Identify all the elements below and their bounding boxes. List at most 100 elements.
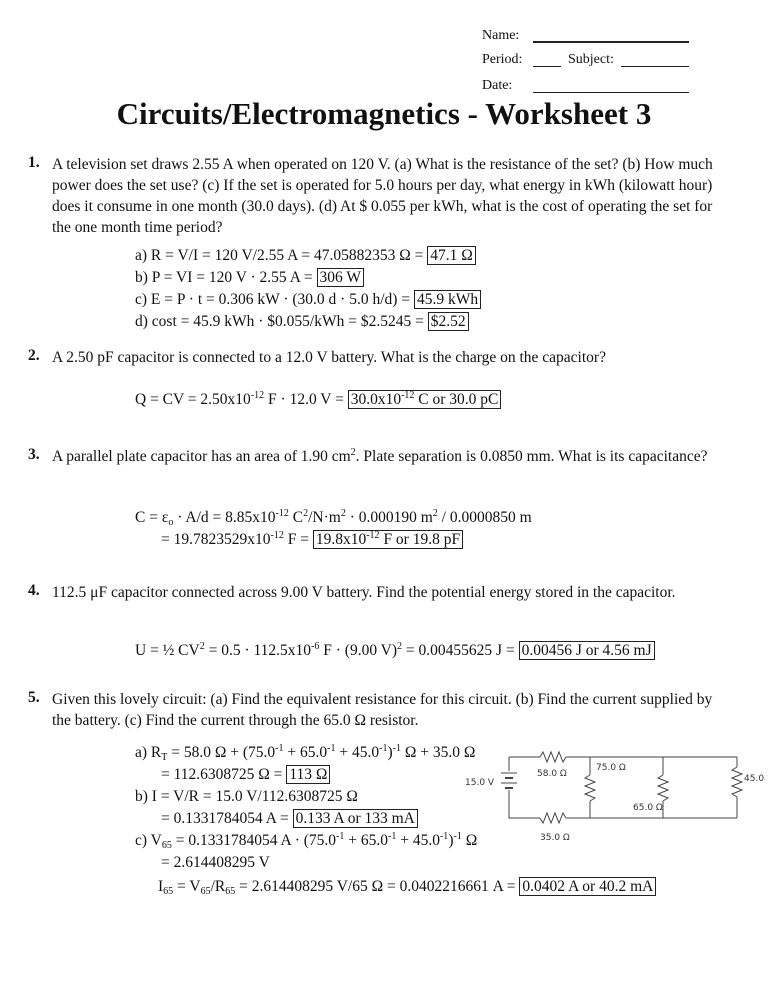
answer-box: 45.9 kWh [413, 290, 482, 309]
answer-box: 30.0x10-12 C or 30.0 pC [347, 390, 502, 409]
battery-label: 15.0 V [465, 778, 495, 788]
solution-line: b) I = V/R = 15.0 V/112.6308725 Ω [135, 788, 358, 805]
solution-work: a) R [135, 744, 162, 761]
solution-work: /R [210, 878, 226, 895]
solution-line: = 112.6308725 Ω = 113 Ω [161, 764, 331, 785]
resistor-75-label: 75.0 Ω [596, 763, 626, 773]
question-number: 4. [28, 582, 40, 599]
solution-line: = 19.7823529x10-12 F = 19.8x10-12 F or 1… [161, 529, 464, 550]
question-text-part: . Plate separation is 0.0850 mm. What is… [355, 448, 708, 465]
exponent: -12 [366, 530, 380, 541]
solution-work: = 0.5 · 112.5x10 [204, 642, 312, 659]
question-number: 1. [28, 154, 40, 171]
solution-work: F · 12.0 V = [264, 391, 348, 408]
solution-line: Q = CV = 2.50x10-12 F · 12.0 V = 30.0x10… [135, 389, 502, 410]
answer-box: 19.8x10-12 F or 19.8 pF [312, 530, 464, 549]
answer-text: 30.0x10 [350, 391, 402, 408]
solution-line: U = ½ CV2 = 0.5 · 112.5x10-6 F · (9.00 V… [135, 640, 655, 661]
solution-work: = 58.0 Ω + (75.0 [167, 744, 276, 761]
page-title: Circuits/Electromagnetics - Worksheet 3 [116, 96, 652, 131]
question-number: 3. [28, 446, 40, 463]
solution-work: = 19.7823529x10 [161, 531, 271, 548]
question-text: 112.5 μF capacitor connected across 9.00… [52, 584, 676, 601]
exponent: -12 [275, 508, 289, 519]
solution-work: + 45.0 [335, 744, 380, 761]
answer-box: $2.52 [427, 312, 469, 331]
solution-work: = 0.00455625 J = [402, 642, 519, 659]
solution-work: + 65.0 [283, 744, 328, 761]
exponent: -12 [250, 390, 265, 401]
question-number: 5. [28, 689, 40, 706]
battery-icon [501, 772, 517, 789]
answer-text: F or 19.8 pF [379, 531, 461, 548]
exponent: -12 [401, 390, 415, 401]
subject-field[interactable] [621, 66, 689, 67]
solution-line: c) V65 = 0.1331784054 A · (75.0-1 + 65.0… [135, 830, 477, 851]
resistor-75-icon [583, 774, 597, 802]
exponent: -1 [392, 743, 401, 754]
solution-work: F = [283, 531, 313, 548]
circuit-diagram: 15.0 V 58.0 Ω 75.0 Ω 65.0 Ω 45.0 Ω 35.0 … [465, 750, 765, 843]
solution-work: = V [173, 878, 201, 895]
answer-box: 113 Ω [286, 765, 331, 784]
solution-work: C [288, 509, 304, 526]
solution-work: · A/d = 8.85x10 [173, 509, 276, 526]
solution-line: I65 = V65/R65 = 2.614408295 V/65 Ω = 0.0… [158, 876, 657, 897]
solution-work: b) P = VI = 120 V · 2.55 A = [135, 269, 317, 286]
resistor-45-label: 45.0 Ω [744, 774, 765, 784]
wire [508, 790, 540, 819]
period-label: Period: [482, 52, 523, 67]
solution-work: Q = CV = 2.50x10 [135, 391, 251, 408]
answer-box: 47.1 Ω [427, 246, 476, 265]
answer-box: 0.0402 A or 40.2 mA [519, 877, 657, 896]
solution-line: d) cost = 45.9 kWh · $0.055/kWh = $2.524… [135, 311, 469, 332]
resistor-65-label: 65.0 Ω [633, 803, 663, 813]
question-text: A 2.50 pF capacitor is connected to a 12… [52, 349, 606, 366]
answer-box: 0.133 A or 133 mA [292, 809, 418, 828]
question-text-part: A parallel plate capacitor has an area o… [52, 448, 351, 465]
solution-work: c) V [135, 832, 162, 849]
name-field[interactable] [533, 41, 689, 43]
period-field[interactable] [533, 66, 561, 67]
name-label: Name: [482, 28, 520, 43]
solution-line: b) P = VI = 120 V · 2.55 A = 306 W [135, 267, 365, 288]
solution-line: c) E = P · t = 0.306 kW · (30.0 d · 5.0 … [135, 289, 482, 310]
solution-work: + 45.0 [396, 832, 440, 849]
solution-work: c) E = P · t = 0.306 kW · (30.0 d · 5.0 … [135, 291, 414, 308]
subscript: 65 [225, 886, 236, 897]
answer-text: C or 30.0 pC [414, 391, 499, 408]
question-text: A parallel plate capacitor has an area o… [52, 446, 732, 467]
resistor-35-label: 35.0 Ω [540, 833, 570, 843]
date-label: Date: [482, 78, 513, 93]
subscript: 65 [200, 886, 211, 897]
subject-label: Subject: [568, 52, 614, 67]
solution-work: F · (9.00 V) [319, 642, 398, 659]
solution-line: = 2.614408295 V [161, 854, 270, 871]
solution-work: /N·m [308, 509, 341, 526]
exponent: -1 [275, 743, 284, 754]
question-text: Given this lovely circuit: (a) Find the … [52, 691, 713, 729]
exponent: -12 [270, 530, 284, 541]
solution-work: = 0.1331784054 A = [161, 810, 293, 827]
solution-work: / 0.0000850 m [437, 509, 532, 526]
solution-line: = 0.1331784054 A = 0.133 A or 133 mA [161, 808, 418, 829]
answer-box: 0.00456 J or 4.56 mJ [518, 641, 655, 660]
subscript: 65 [163, 886, 174, 897]
answer-text: 19.8x10 [315, 531, 367, 548]
solution-work: C = ε [135, 509, 169, 526]
solution-work: = 0.1331784054 A · (75.0 [171, 832, 337, 849]
solution-work: U = ½ CV [135, 642, 200, 659]
solution-work: = 2.614408295 V/65 Ω = 0.0402216661 A = [235, 878, 520, 895]
solution-line: C = εo · A/d = 8.85x10-12 C2/N·m2 · 0.00… [135, 507, 532, 528]
answer-box: 306 W [316, 268, 365, 287]
date-field[interactable] [533, 92, 689, 93]
resistor-45-icon [730, 766, 744, 798]
resistor-65-icon [656, 774, 670, 802]
resistor-58-label: 58.0 Ω [537, 769, 567, 779]
question-text: A television set draws 2.55 A when opera… [52, 156, 713, 236]
solution-work: · 0.000190 m [345, 509, 433, 526]
resistor-35-icon [539, 811, 567, 825]
resistor-58-icon [539, 750, 567, 764]
solution-work: = 112.6308725 Ω = [161, 766, 287, 783]
solution-work: a) R = V/I = 120 V/2.55 A = 47.05882353 … [135, 247, 428, 264]
